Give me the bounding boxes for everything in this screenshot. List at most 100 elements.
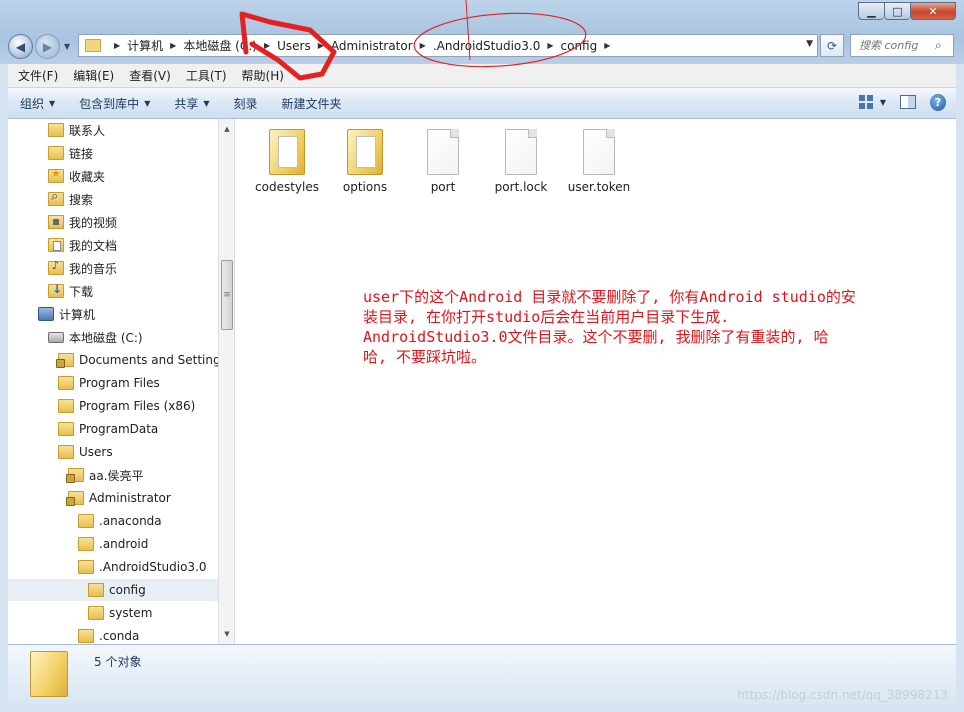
organize-button[interactable]: 组织 ▼ [8, 95, 67, 112]
tree-item[interactable]: .android [8, 533, 218, 555]
help-button[interactable]: ? [930, 93, 946, 111]
breadcrumb-item[interactable]: 本地磁盘 (C:) [183, 37, 257, 54]
folder-item[interactable]: options [325, 129, 405, 194]
menu-file[interactable]: 文件(F) [8, 67, 63, 84]
tree-item[interactable]: Administrator [8, 487, 218, 509]
tree-item[interactable]: system [8, 602, 218, 624]
menu-edit[interactable]: 编辑(E) [63, 67, 119, 84]
tree-item[interactable]: Documents and Settings [8, 349, 218, 371]
tree-item[interactable]: 收藏夹 [8, 165, 218, 187]
new-folder-button[interactable]: 新建文件夹 [270, 95, 354, 112]
tree-item-label: 搜索 [69, 192, 94, 207]
tree-item[interactable]: 我的音乐 [8, 257, 218, 279]
watermark: https://blog.csdn.net/qq_38998213 [737, 688, 948, 702]
tree-item-label: Administrator [89, 491, 171, 505]
address-bar[interactable]: ▶ 计算机 ▶ 本地磁盘 (C:) ▶ Users ▶ Administrator ▶ .And… [78, 34, 818, 57]
view-tools: ▼ ? [844, 93, 946, 111]
file-item[interactable]: port.lock [481, 129, 561, 194]
file-name: user.token [567, 180, 631, 194]
file-icon [427, 129, 459, 175]
tree-item[interactable]: Users [8, 441, 218, 463]
navigation-scrollbar[interactable]: ▲ ≡ ▼ [218, 119, 234, 644]
tree-item[interactable]: .conda [8, 625, 218, 644]
tree-item[interactable]: 我的视频 [8, 211, 218, 233]
breadcrumb-separator-icon[interactable]: ▶ [264, 41, 270, 50]
folder-icon [30, 651, 68, 697]
refresh-button[interactable]: ⟳ [820, 34, 844, 57]
address-history-dropdown-icon[interactable]: ▼ [806, 39, 813, 49]
close-button[interactable]: ✕ [910, 2, 956, 20]
tree-item-label: 联系人 [69, 123, 106, 138]
folder-icon [88, 583, 104, 597]
search-box[interactable]: ⌕ [850, 34, 954, 57]
breadcrumb-item[interactable]: .AndroidStudio3.0 [433, 39, 541, 53]
annotation-line: AndroidStudio3.0文件目录。这个不要删, 我删除了有重装的, 哈 [363, 328, 829, 346]
tree-item[interactable]: .AndroidStudio3.0 [8, 556, 218, 578]
video-icon [48, 215, 64, 229]
tree-item[interactable]: 下载 [8, 280, 218, 302]
tree-item[interactable]: .anaconda [8, 510, 218, 532]
file-list: user下的这个Android 目录就不要删除了, 你有Android stud… [234, 119, 956, 644]
music-icon [48, 259, 64, 275]
share-button[interactable]: 共享 ▼ [162, 95, 221, 112]
folder-icon [58, 445, 74, 459]
maximize-button[interactable]: □ [884, 2, 910, 20]
menu-view[interactable]: 查看(V) [119, 67, 176, 84]
tree-item[interactable]: 计算机 [8, 303, 218, 325]
breadcrumb-separator-icon[interactable]: ▶ [114, 41, 120, 50]
file-name: port.lock [494, 180, 548, 194]
locked-folder-icon [66, 491, 84, 506]
tree-item-label: .android [99, 537, 149, 551]
tree-item[interactable]: 链接 [8, 142, 218, 164]
search-input[interactable] [851, 39, 935, 52]
tree-item[interactable]: config [8, 579, 218, 601]
preview-pane-button[interactable] [900, 94, 916, 110]
back-button[interactable]: ◀ [8, 34, 33, 59]
tree-item[interactable]: ProgramData [8, 418, 218, 440]
tree-item[interactable]: 我的文档 [8, 234, 218, 256]
forward-button[interactable]: ▶ [35, 34, 60, 59]
file-item[interactable]: user.token [559, 129, 639, 194]
breadcrumb-item[interactable]: 计算机 [127, 37, 163, 54]
tree-item-label: 下载 [69, 284, 94, 299]
tree-item-label: .anaconda [99, 514, 162, 528]
search-icon[interactable]: ⌕ [935, 38, 942, 53]
change-view-button[interactable] [858, 94, 874, 110]
tree-item[interactable]: 联系人 [8, 119, 218, 141]
breadcrumb-item[interactable]: Administrator [331, 39, 413, 53]
folder-icon [78, 537, 94, 551]
menu-tools[interactable]: 工具(T) [176, 67, 232, 84]
folder-icon [85, 39, 101, 52]
scroll-up-icon[interactable]: ▲ [219, 121, 235, 137]
organize-label: 组织 [20, 96, 45, 111]
tree-item-label: 我的音乐 [69, 261, 118, 276]
tree-item[interactable]: 搜索 [8, 188, 218, 210]
breadcrumb-separator-icon[interactable]: ▶ [420, 41, 426, 50]
scroll-down-icon[interactable]: ▼ [219, 626, 235, 642]
scroll-thumb[interactable]: ≡ [221, 260, 233, 330]
tree-item[interactable]: Program Files (x86) [8, 395, 218, 417]
view-options-dropdown-icon[interactable]: ▼ [880, 98, 886, 107]
minimize-button[interactable]: ▁ [858, 2, 884, 20]
tree-item[interactable]: aa.侯亮平 [8, 464, 218, 486]
burn-button[interactable]: 刻录 [222, 95, 270, 112]
folder-icon [58, 422, 74, 436]
tree-item[interactable]: 本地磁盘 (C:) [8, 326, 218, 348]
preview-pane-icon [900, 95, 916, 109]
breadcrumb-separator-icon[interactable]: ▶ [604, 41, 610, 50]
breadcrumb-item[interactable]: config [561, 39, 598, 53]
menu-help[interactable]: 帮助(H) [232, 67, 289, 84]
include-in-library-button[interactable]: 包含到库中 ▼ [67, 95, 162, 112]
file-name: codestyles [255, 180, 319, 194]
title-bar: ▁ □ ✕ ◀ ▶ ▼ ▶ 计算机 ▶ 本地磁盘 (C:) ▶ Users ▶ Admini… [0, 0, 964, 64]
breadcrumb-item[interactable]: Users [277, 39, 311, 53]
annotation-line: user下的这个Android 目录就不要删除了, 你有Android stud… [363, 288, 856, 306]
tree-item[interactable]: Program Files [8, 372, 218, 394]
file-item[interactable]: port [403, 129, 483, 194]
include-in-library-label: 包含到库中 [79, 96, 140, 111]
breadcrumb-separator-icon[interactable]: ▶ [547, 41, 553, 50]
breadcrumb-separator-icon[interactable]: ▶ [170, 41, 176, 50]
folder-item[interactable]: codestyles [247, 129, 327, 194]
recent-pages-dropdown-icon[interactable]: ▼ [64, 42, 70, 51]
breadcrumb-separator-icon[interactable]: ▶ [318, 41, 324, 50]
